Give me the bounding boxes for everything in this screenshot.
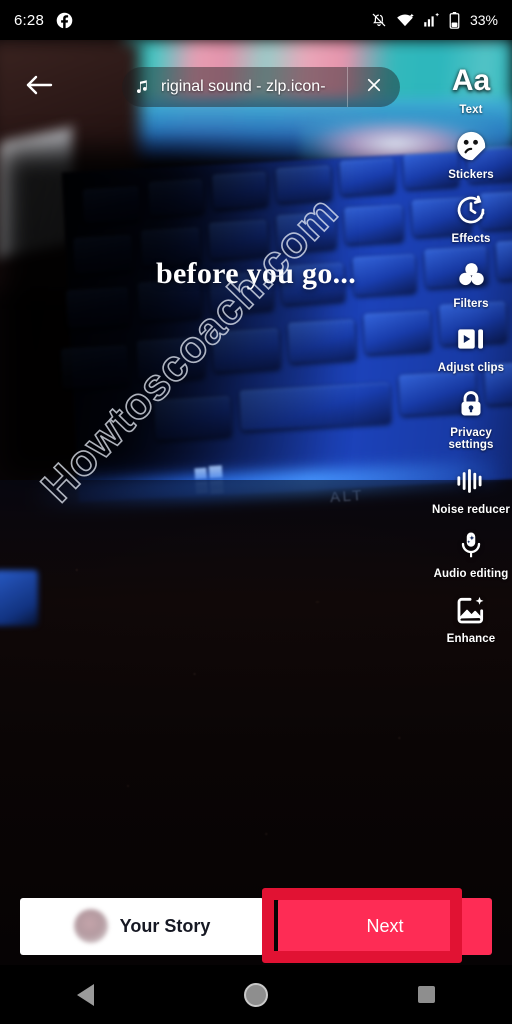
enhance-image-sparkle-icon — [455, 591, 487, 629]
nav-home-button[interactable] — [221, 965, 291, 1024]
next-label: Next — [366, 915, 404, 936]
photo-keyboard-shadow — [0, 148, 330, 478]
text-aa-icon: Aa — [452, 62, 490, 100]
audio-editing-mic-icon — [456, 526, 486, 564]
nav-home-icon — [243, 982, 268, 1007]
tool-adjust-clips[interactable]: Adjust clips — [430, 320, 512, 375]
text-aa-glyph: Aa — [451, 64, 491, 97]
tool-stickers[interactable]: Stickers — [430, 127, 512, 182]
tool-effects[interactable]: Effects — [430, 191, 512, 246]
facebook-icon — [56, 12, 73, 29]
noise-reducer-waveform-icon — [455, 462, 487, 500]
back-arrow-icon — [24, 73, 54, 102]
phone-screen: 6:28 33% before you go... riginal sound … — [0, 0, 512, 1024]
sound-pill[interactable]: riginal sound - zlp.icon- — [122, 67, 400, 107]
adjust-clips-icon — [455, 320, 487, 358]
nav-back-icon — [76, 983, 94, 1006]
privacy-lock-icon — [456, 385, 486, 423]
photo-blue-object — [0, 570, 38, 626]
publish-bar: Your Story Next — [0, 887, 512, 965]
nav-recents-icon — [418, 986, 436, 1003]
back-button[interactable] — [20, 68, 58, 106]
close-x-icon — [365, 76, 383, 99]
battery-percent: 33% — [469, 12, 498, 28]
android-nav-bar — [0, 965, 512, 1024]
tool-label: Text — [459, 104, 483, 116]
sound-title: riginal sound - zlp.icon- — [161, 78, 326, 95]
filters-circles-icon — [455, 256, 488, 294]
tool-filters[interactable]: Filters — [430, 256, 512, 311]
notifications-off-icon — [371, 12, 387, 28]
status-time: 6:28 — [14, 11, 44, 29]
tool-label: Noise reducer — [432, 503, 510, 516]
status-bar: 6:28 33% — [0, 0, 512, 40]
cell-signal-icon — [423, 12, 440, 28]
tool-label: Privacy settings — [448, 426, 494, 452]
next-button[interactable]: Next — [262, 887, 492, 963]
tool-label: Effects — [451, 233, 491, 245]
tool-privacy-settings[interactable]: Privacy settings — [430, 385, 512, 452]
your-story-label: Your Story — [119, 915, 211, 936]
your-story-button[interactable]: Your Story — [20, 897, 264, 955]
battery-icon — [449, 11, 460, 29]
nav-recents-button[interactable] — [392, 965, 462, 1024]
tool-enhance[interactable]: Enhance — [430, 591, 512, 646]
sound-close-button[interactable] — [348, 67, 400, 107]
editor-tool-rail: Aa Text Stickers Effects Filters Adjust … — [430, 62, 512, 655]
nav-back-button[interactable] — [50, 965, 120, 1024]
avatar — [73, 909, 108, 943]
tool-label: Adjust clips — [437, 362, 505, 374]
annotation-highlight-box — [262, 887, 462, 963]
music-note-icon — [134, 78, 152, 96]
tool-noise-reducer[interactable]: Noise reducer — [430, 462, 512, 517]
effects-clock-icon — [455, 191, 487, 229]
sticker-smiley-icon — [454, 127, 488, 165]
wifi-icon — [396, 12, 414, 28]
tool-text[interactable]: Aa Text — [430, 62, 512, 117]
tool-audio-editing[interactable]: Audio editing — [430, 526, 512, 581]
status-icons: 33% — [371, 11, 498, 29]
tool-label: Enhance — [446, 632, 496, 645]
tool-label: Audio editing — [433, 568, 509, 580]
tool-label: Stickers — [448, 168, 494, 181]
tool-label: Filters — [453, 297, 489, 310]
